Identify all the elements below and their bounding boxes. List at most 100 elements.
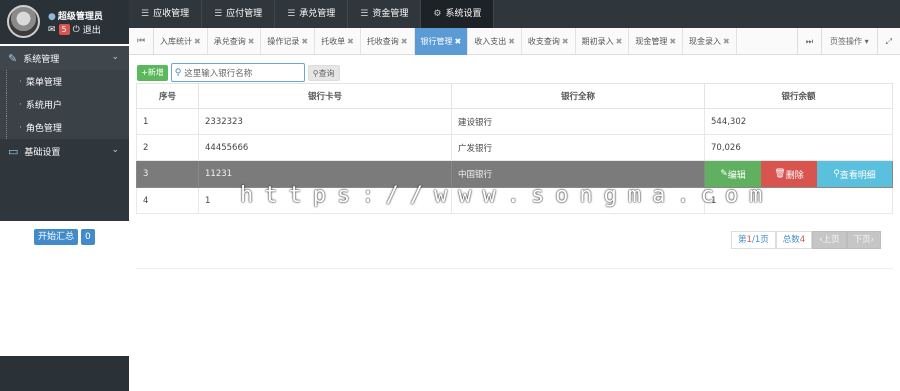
topnav-tab-acceptance[interactable]: ☰ 承兑管理 xyxy=(275,0,349,28)
cell: 544,302 xyxy=(704,108,893,135)
close-icon[interactable]: ✖ xyxy=(455,37,462,46)
page-tab[interactable]: 期初录入 ✖ xyxy=(576,27,630,55)
menu-group-system[interactable]: ✎ 系统管理 ⌄ xyxy=(0,46,129,70)
cell: 44455666 xyxy=(198,134,452,161)
topnav-tab-settings[interactable]: ⚙ 系统设置 xyxy=(421,0,495,28)
page-tab[interactable]: 入库统计 ✖ xyxy=(154,27,208,55)
tab-tools: ⏭ 页签操作 ▾ ⤢ xyxy=(796,27,900,55)
tabs-scroll-left-icon[interactable]: ⏮ xyxy=(129,27,154,55)
page-tab[interactable]: 收入支出 ✖ xyxy=(468,27,522,55)
col-header[interactable]: 银行全称 xyxy=(451,83,705,109)
chevron-down-icon: ⌄ xyxy=(111,52,119,62)
cell: 3 xyxy=(136,160,199,188)
close-icon[interactable]: ✖ xyxy=(401,37,408,46)
sidebar: ● 超级管理员 ✉ 5 ⏻ 退出 ✎ 系统管理 ⌄ · 菜单管理 · 系统用户 · 角色… xyxy=(0,0,129,391)
page-tab-active[interactable]: 银行管理 ✖ xyxy=(414,27,469,55)
page-tab[interactable]: 承兑查询 ✖ xyxy=(208,27,262,55)
search-placeholder: 这里输入银行名称 xyxy=(184,68,253,79)
menu-group-basic[interactable]: ▭ 基础设置 ⌄ xyxy=(0,139,129,163)
view-detail-button[interactable]: ⚲ 查看明细 xyxy=(817,161,892,187)
summary-count-badge: 0 xyxy=(81,229,95,245)
page-tab-strip: ⏮ 入库统计 ✖ 承兑查询 ✖ 操作记录 ✖ 托收单 ✖ 托收查询 ✖ 银行管理 ✖ 收入支… xyxy=(129,27,900,55)
search-icon: ⚲ xyxy=(174,67,182,78)
close-icon[interactable]: ✖ xyxy=(248,37,255,46)
cell: 70,026 xyxy=(704,134,893,161)
col-header[interactable]: 序号 xyxy=(136,83,199,109)
close-icon[interactable]: ✖ xyxy=(562,37,569,46)
prev-page-button[interactable]: ‹上页 xyxy=(812,231,847,249)
top-nav: ☰ 应收管理 ☰ 应付管理 ☰ 承兑管理 ☰ 资金管理 ⚙ 系统设置 xyxy=(129,0,900,28)
menu-item-menus[interactable]: · 菜单管理 xyxy=(6,70,129,93)
edit-icon: ✎ xyxy=(720,169,728,179)
edit-icon: ✎ xyxy=(8,51,18,65)
page-tab[interactable]: 操作记录 ✖ xyxy=(261,27,316,55)
col-header[interactable]: 银行卡号 xyxy=(198,83,452,109)
module-icon: ☰ xyxy=(360,9,369,19)
side-menu: ✎ 系统管理 ⌄ · 菜单管理 · 系统用户 · 角色管理 ▭ 基础设置 ⌄ xyxy=(0,46,129,221)
add-button[interactable]: +新增 xyxy=(137,64,168,81)
cell: 2332323 xyxy=(198,108,452,135)
cell: 4 xyxy=(136,187,199,214)
query-button[interactable]: ⚲查询 xyxy=(307,64,340,81)
table-row[interactable]: 2 44455666 广发银行 70,026 xyxy=(136,134,893,161)
search-input[interactable]: ⚲ 这里输入银行名称 xyxy=(170,63,305,82)
close-icon[interactable]: ✖ xyxy=(616,37,623,46)
table-row[interactable]: 1 2332323 建设银行 544,302 xyxy=(136,108,893,135)
page-tab[interactable]: 收支查询 ✖ xyxy=(522,27,576,55)
module-icon: ☰ xyxy=(214,9,223,19)
fullscreen-icon[interactable]: ⤢ xyxy=(876,27,900,55)
cell: 2 xyxy=(136,134,199,161)
module-icon: ☰ xyxy=(287,9,296,19)
page-tab[interactable]: 现金管理 ✖ xyxy=(629,27,684,55)
start-summary-button[interactable]: 开始汇总 xyxy=(34,229,79,245)
monitor-icon: ▭ xyxy=(8,144,19,158)
mail-icon[interactable]: ✉ xyxy=(48,25,56,35)
sidebar-footer xyxy=(0,356,129,391)
topnav-tab-payable[interactable]: ☰ 应付管理 xyxy=(202,0,276,28)
topnav-tab-funds[interactable]: ☰ 资金管理 xyxy=(348,0,422,28)
user-icon: ● xyxy=(48,12,56,22)
table-header-row: 序号 银行卡号 银行全称 银行余额 xyxy=(136,83,893,109)
watermark: https://www.songma.com xyxy=(240,183,774,208)
page-tab[interactable]: 托收查询 ✖ xyxy=(361,27,415,55)
page-tab[interactable]: 现金录入 ✖ xyxy=(683,27,737,55)
trash-icon: 🗑 xyxy=(774,169,786,179)
page-indicator: 第1/1页 xyxy=(731,231,776,249)
close-icon[interactable]: ✖ xyxy=(347,37,354,46)
total-count: 总数4 xyxy=(775,231,813,249)
avatar[interactable] xyxy=(7,5,40,38)
user-name: ● 超级管理员 xyxy=(48,12,103,22)
gear-icon: ⚙ xyxy=(433,9,442,19)
cell: 广发银行 xyxy=(451,134,705,161)
next-page-button[interactable]: 下页› xyxy=(846,231,882,249)
page-ops-dropdown[interactable]: 页签操作 ▾ xyxy=(821,27,877,55)
page-tabs: 入库统计 ✖ 承兑查询 ✖ 操作记录 ✖ 托收单 ✖ 托收查询 ✖ 银行管理 ✖ 收入支出 ✖… xyxy=(154,27,797,55)
cell: 1 xyxy=(136,108,199,135)
logout-link[interactable]: 退出 xyxy=(83,23,101,36)
topnav-tab-receivable[interactable]: ☰ 应收管理 xyxy=(129,0,203,28)
menu-item-users[interactable]: · 系统用户 xyxy=(6,93,129,116)
message-badge[interactable]: 5 xyxy=(58,24,70,35)
close-icon[interactable]: ✖ xyxy=(301,37,308,46)
col-header[interactable]: 银行余额 xyxy=(704,83,893,109)
user-profile: ● 超级管理员 ✉ 5 ⏻ 退出 xyxy=(0,0,129,44)
close-icon[interactable]: ✖ xyxy=(508,37,515,46)
main-content: +新增 ⚲ 这里输入银行名称 ⚲查询 序号 银行卡号 银行全称 银行余额 1 2… xyxy=(129,56,900,391)
submenu-system: · 菜单管理 · 系统用户 · 角色管理 xyxy=(0,70,129,139)
pagination: 第1/1页 总数4 ‹上页 下页› xyxy=(731,231,882,249)
tabs-scroll-right-icon[interactable]: ⏭ xyxy=(796,27,821,55)
module-icon: ☰ xyxy=(141,9,150,19)
chevron-down-icon: ⌄ xyxy=(111,145,119,155)
power-icon[interactable]: ⏻ xyxy=(73,25,80,35)
cell: 建设银行 xyxy=(451,108,705,135)
close-icon[interactable]: ✖ xyxy=(669,37,676,46)
user-tools: ✉ 5 ⏻ 退出 xyxy=(48,23,101,36)
close-icon[interactable]: ✖ xyxy=(194,37,201,46)
menu-item-roles[interactable]: · 角色管理 xyxy=(6,116,129,139)
divider xyxy=(136,268,893,269)
search-icon: ⚲ xyxy=(833,169,840,179)
toolbar: +新增 ⚲ 这里输入银行名称 ⚲查询 xyxy=(137,63,340,82)
page-tab[interactable]: 托收单 ✖ xyxy=(315,27,361,55)
summary-controls: 开始汇总 0 xyxy=(34,229,95,245)
close-icon[interactable]: ✖ xyxy=(723,37,730,46)
